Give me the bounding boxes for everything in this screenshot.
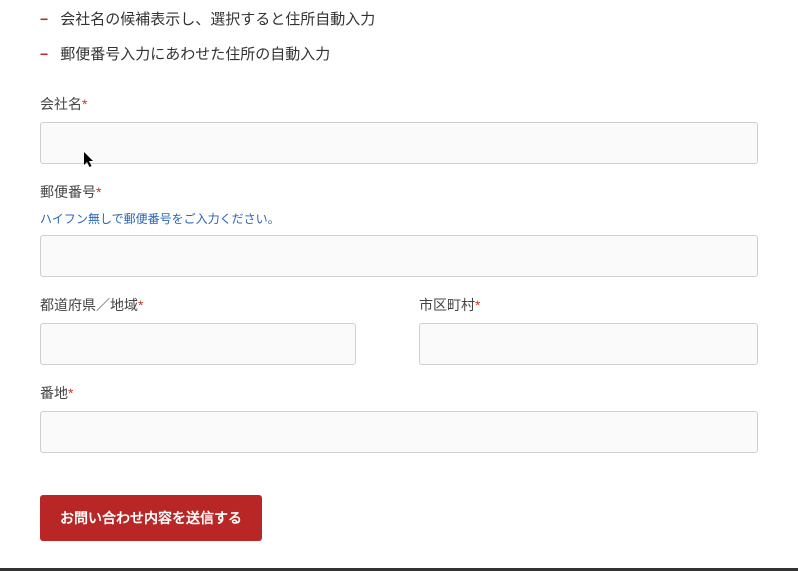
list-item: − 会社名の候補表示し、選択すると住所自動入力 [40,8,758,29]
prefecture-label: 都道府県／地域* [40,295,379,315]
street-label: 番地* [40,383,758,403]
required-mark: * [68,385,73,401]
required-mark: * [138,297,143,313]
prefecture-city-row: 都道府県／地域* 市区町村* [40,295,758,383]
street-input[interactable] [40,411,758,453]
city-label: 市区町村* [419,295,758,315]
feature-bullet-list: − 会社名の候補表示し、選択すると住所自動入力 − 郵便番号入力にあわせた住所の… [40,8,758,64]
company-name-input[interactable] [40,122,758,164]
city-input[interactable] [419,323,758,365]
company-name-label: 会社名* [40,94,758,114]
postal-code-input[interactable] [40,235,758,277]
required-mark: * [82,96,87,112]
required-mark: * [96,184,101,200]
required-mark: * [475,297,480,313]
postal-code-help: ハイフン無しで郵便番号をご入力ください。 [40,210,758,227]
prefecture-input[interactable] [40,323,356,365]
prefecture-field-group: 都道府県／地域* [40,295,379,365]
dash-icon: − [40,11,48,27]
bullet-text: 郵便番号入力にあわせた住所の自動入力 [60,43,330,64]
dash-icon: − [40,46,48,62]
list-item: − 郵便番号入力にあわせた住所の自動入力 [40,43,758,64]
street-field-group: 番地* [40,383,758,453]
postal-code-label: 郵便番号* [40,182,758,202]
submit-button[interactable]: お問い合わせ内容を送信する [40,495,262,541]
postal-code-field-group: 郵便番号* ハイフン無しで郵便番号をご入力ください。 [40,182,758,277]
bullet-text: 会社名の候補表示し、選択すると住所自動入力 [60,8,375,29]
company-name-field-group: 会社名* [40,94,758,164]
city-field-group: 市区町村* [419,295,758,365]
